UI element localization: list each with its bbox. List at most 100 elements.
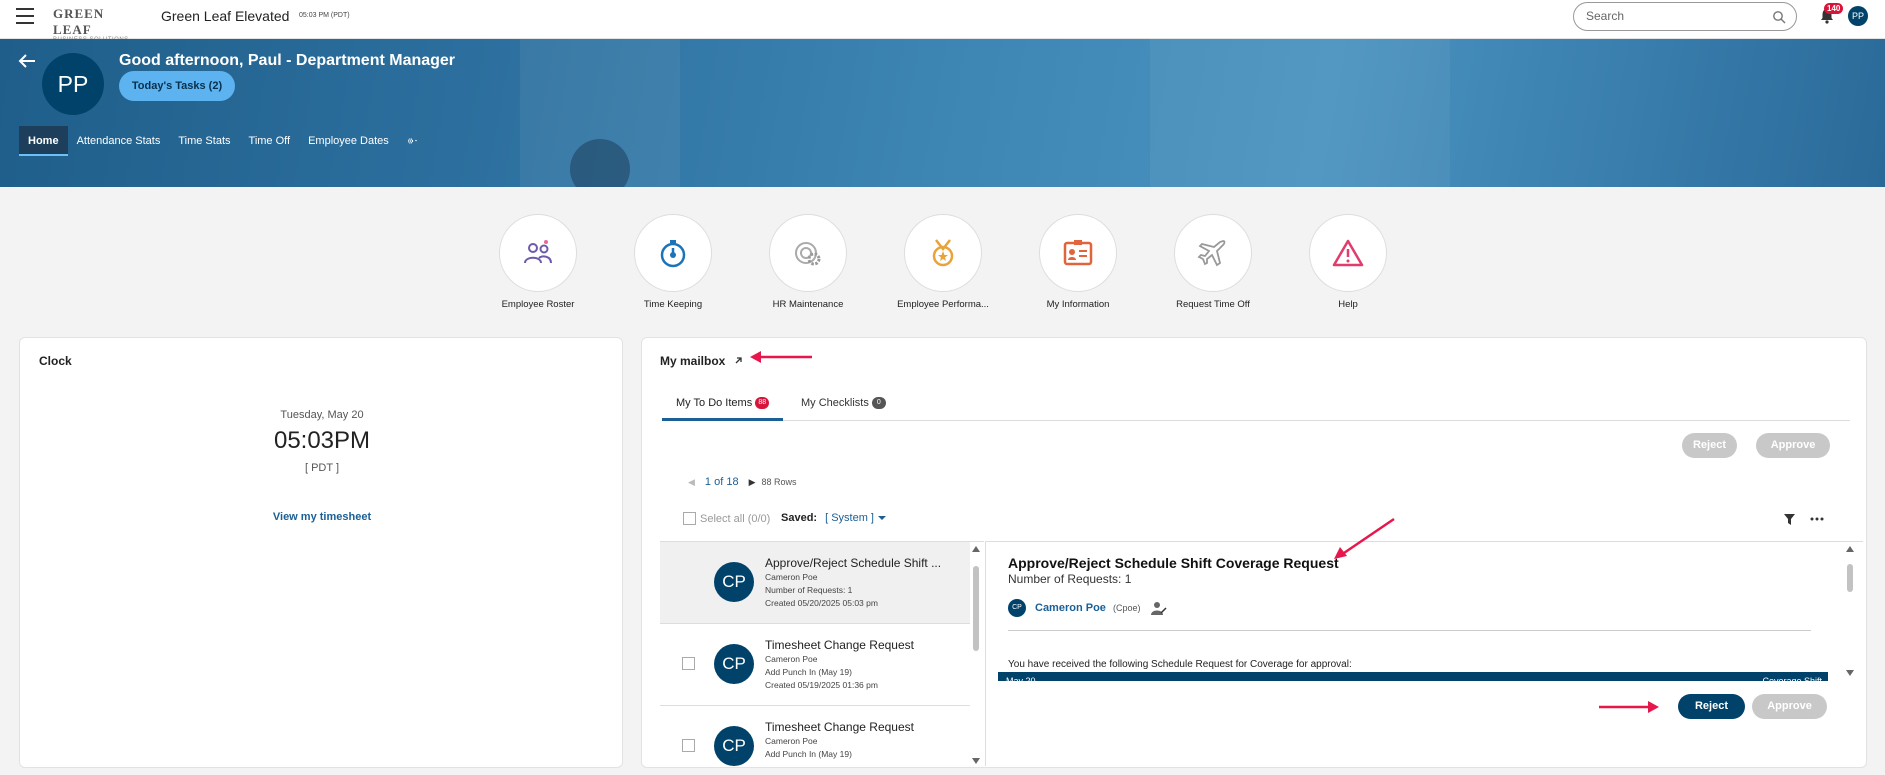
tab-my-checklists[interactable]: My Checklists 0 (787, 390, 900, 421)
quick-link-request-time-off[interactable]: Request Time Off (1173, 214, 1253, 310)
requester-name-link[interactable]: Cameron Poe (1035, 602, 1106, 614)
reject-button[interactable]: Reject (1678, 694, 1745, 719)
clock-timezone: [ PDT ] (304, 462, 340, 474)
pagination: ◀ 1 of 18 ▶ 88 Rows (688, 476, 797, 488)
tab-my-to-do-items[interactable]: My To Do Items 88 (662, 390, 784, 421)
annotation-arrow-icon (1334, 517, 1395, 559)
avatar: CP (714, 726, 754, 766)
external-link-icon[interactable] (734, 356, 743, 365)
quick-link-employee-performance[interactable]: Employee Performa... (897, 214, 989, 310)
more-options-icon[interactable] (1809, 513, 1825, 525)
item-title: Approve/Reject Schedule Shift ... (765, 556, 942, 570)
company-logo[interactable]: GREEN LEAF BUSINESS SOLUTIONS (53, 6, 147, 43)
item-detail: Add Punch In (May 19) (765, 749, 852, 759)
filter-icon[interactable] (1784, 514, 1795, 525)
quick-link-my-information[interactable]: My Information (1038, 214, 1118, 310)
scroll-thumb[interactable] (973, 566, 979, 651)
header-time: 05:03 PM (PDT) (299, 12, 350, 19)
item-requester: Cameron Poe (765, 572, 818, 582)
search-input[interactable] (1586, 9, 1766, 23)
item-title: Timesheet Change Request (765, 638, 914, 652)
clock-time: 05:03PM (273, 427, 371, 454)
approve-all-button[interactable]: Approve (1756, 433, 1830, 458)
search-icon[interactable] (1772, 10, 1786, 24)
main-nav-tabs: Home Attendance Stats Time Stats Time Of… (19, 126, 428, 156)
approve-button[interactable]: Approve (1752, 694, 1827, 719)
item-created: Created 05/20/2025 05:03 pm (765, 598, 878, 608)
tab-time-stats[interactable]: Time Stats (169, 126, 239, 156)
mailbox-card: My mailbox My To Do Items 88 My Checklist… (641, 337, 1867, 768)
list-item[interactable]: CP Approve/Reject Schedule Shift ... Cam… (660, 542, 970, 624)
clock-date: Tuesday, May 20 (280, 409, 364, 421)
person-edit-icon[interactable] (1151, 601, 1167, 616)
todays-tasks-button[interactable]: Today's Tasks (2) (119, 71, 235, 101)
back-arrow-icon[interactable] (18, 54, 36, 68)
stopwatch-icon (660, 240, 686, 268)
avatar: CP (714, 644, 754, 684)
user-avatar[interactable]: PP (1848, 6, 1868, 26)
detail-request-count: Number of Requests: 1 (1008, 572, 1132, 586)
quick-link-label: Request Time Off (1176, 299, 1250, 310)
item-detail: Number of Requests: 1 (765, 585, 853, 595)
item-requester: Cameron Poe (765, 654, 818, 664)
chevron-down-icon[interactable] (877, 514, 887, 522)
todo-list: CP Approve/Reject Schedule Shift ... Cam… (660, 541, 984, 766)
todo-count-badge: 88 (755, 397, 770, 410)
request-detail: Approve/Reject Schedule Shift Coverage R… (985, 541, 1863, 766)
quick-link-help[interactable]: Help (1308, 214, 1388, 310)
scroll-down-icon[interactable] (972, 758, 980, 764)
annotation-arrow-icon (750, 351, 812, 363)
checklist-count-badge: 0 (871, 397, 886, 410)
quick-link-label: Help (1338, 299, 1358, 310)
list-scrollbar[interactable] (972, 546, 980, 764)
view-timesheet-link[interactable]: View my timesheet (20, 511, 624, 523)
mailbox-tabs: My To Do Items 88 My Checklists 0 (662, 390, 1850, 421)
prev-page-icon[interactable]: ◀ (688, 477, 695, 488)
select-all-checkbox[interactable] (683, 512, 696, 525)
scroll-up-icon[interactable] (1846, 546, 1854, 552)
select-all[interactable]: Select all (0/0) (683, 512, 770, 525)
search-box[interactable] (1573, 2, 1797, 31)
tab-employee-dates[interactable]: Employee Dates (299, 126, 398, 156)
detail-scrollbar[interactable] (1846, 546, 1854, 676)
avatar: CP (1008, 599, 1026, 617)
list-item[interactable]: CP Timesheet Change Request Cameron Poe … (660, 624, 970, 706)
gear-target-icon (795, 242, 821, 266)
hamburger-menu-icon[interactable] (16, 8, 34, 24)
gear-icon (407, 138, 417, 144)
tab-settings-menu[interactable] (398, 126, 428, 156)
quick-link-label: My Information (1046, 299, 1110, 310)
hero-banner: PP Good afternoon, Paul - Department Man… (0, 39, 1885, 187)
scroll-down-icon[interactable] (1846, 670, 1854, 676)
quick-link-label: Time Keeping (643, 299, 703, 310)
quick-link-label: Employee Roster (501, 299, 575, 310)
reject-all-button[interactable]: Reject (1682, 433, 1737, 458)
page-indicator[interactable]: 1 of 18 (705, 476, 739, 488)
item-created: Created 05/19/2025 01:36 pm (765, 680, 878, 690)
tab-home[interactable]: Home (19, 126, 68, 156)
mailbox-title[interactable]: My mailbox (660, 354, 725, 368)
item-checkbox[interactable] (682, 657, 695, 670)
row-count: 88 Rows (761, 477, 797, 487)
greeting-heading: Good afternoon, Paul - Department Manage… (119, 52, 456, 69)
tab-attendance-stats[interactable]: Attendance Stats (68, 126, 170, 156)
quick-link-employee-roster[interactable]: Employee Roster (498, 214, 578, 310)
detail-message: You have received the following Schedule… (1008, 659, 1352, 670)
quick-link-time-keeping[interactable]: Time Keeping (633, 214, 713, 310)
divider (1008, 630, 1811, 631)
next-page-icon[interactable]: ▶ (749, 477, 756, 488)
profile-avatar[interactable]: PP (42, 53, 104, 115)
airplane-icon (1197, 240, 1226, 267)
item-checkbox[interactable] (682, 739, 695, 752)
tab-label: My To Do Items (676, 397, 753, 409)
id-card-icon (1063, 240, 1093, 266)
warning-icon (1332, 239, 1364, 267)
saved-label: Saved: (781, 512, 818, 524)
scroll-thumb[interactable] (1847, 564, 1853, 592)
list-item[interactable]: CP Timesheet Change Request Cameron Poe … (660, 706, 970, 766)
quick-link-hr-maintenance[interactable]: HR Maintenance (768, 214, 848, 310)
tab-time-off[interactable]: Time Off (240, 126, 300, 156)
scroll-up-icon[interactable] (972, 546, 980, 552)
saved-view-dropdown[interactable]: [ System ] (825, 512, 874, 524)
select-all-label: Select all (0/0) (700, 512, 771, 525)
